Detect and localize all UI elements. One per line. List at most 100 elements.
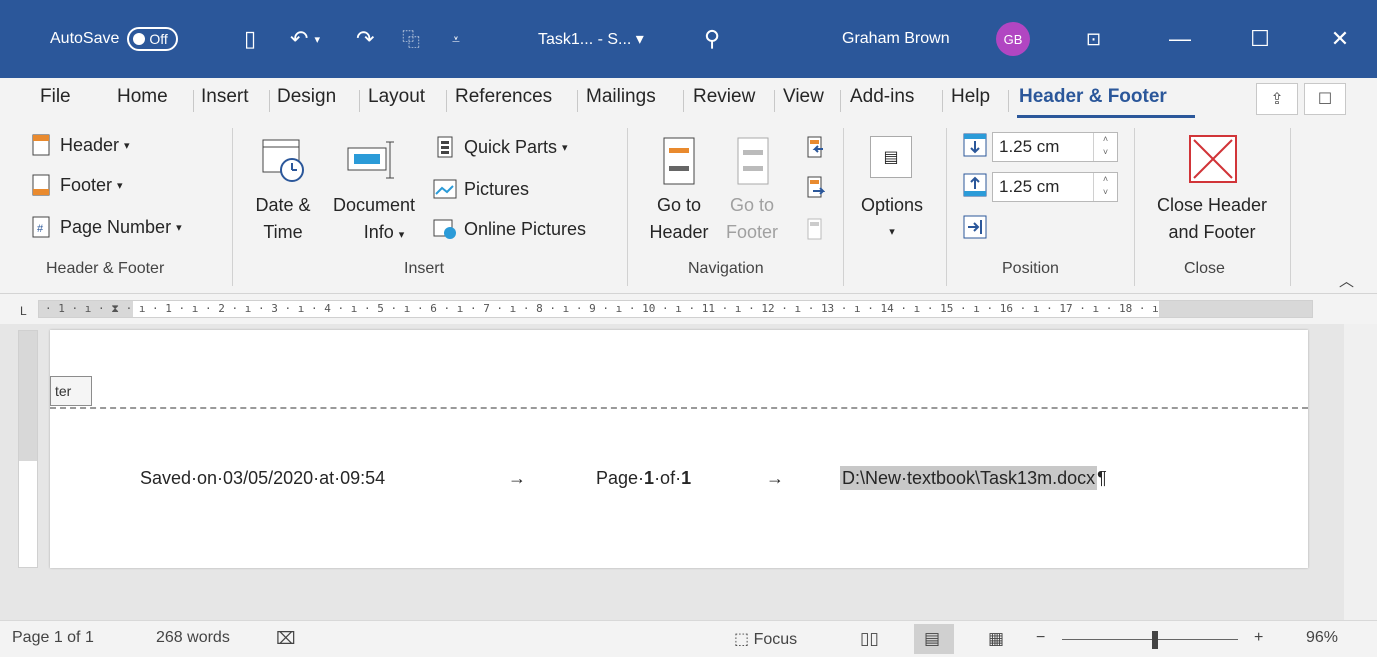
group-separator [946,128,947,286]
ruler-row: L · 1 · ı · ⧗ · ı · 1 · ı · 2 · ı · 3 · … [0,294,1377,324]
footer-icon [28,172,54,198]
footer-button[interactable]: Footer ▾ [28,172,123,198]
ruler-ticks: · 1 · ı · ⧗ · ı · 1 · ı · 2 · ı · 3 · ı … [45,302,1159,315]
user-name[interactable]: Graham Brown [842,0,950,78]
pictures-button[interactable]: Pictures [432,176,529,202]
print-layout-icon[interactable]: ▤ [924,629,940,649]
go-to-footer-label-2: Footer [725,222,779,242]
navigation-pane-icon[interactable]: ⿻ [402,0,420,78]
link-to-previous-icon [802,216,828,242]
minimize-icon[interactable]: — [1150,0,1210,78]
zoom-out-icon[interactable]: − [1036,629,1045,647]
tab-file[interactable]: File [40,86,71,114]
previous-section-button[interactable] [802,134,834,160]
ribbon-tabs: File Home Insert Design Layout Reference… [0,78,1377,120]
group-label-position: Position [1002,260,1059,277]
file-path-field[interactable]: D:\New·textbook\Task13m.docx ¶ [840,466,1107,490]
horizontal-ruler[interactable]: · 1 · ı · ⧗ · ı · 1 · ı · 2 · ı · 3 · ı … [38,300,1313,318]
tab-insert[interactable]: Insert [201,86,249,114]
document-title[interactable]: Task1... - S... ▾ [538,0,644,78]
document-page[interactable]: ter Saved·on·03/05/2020·at·09:54 → Page·… [50,330,1308,568]
tab-separator [446,90,447,112]
group-separator [1134,128,1135,286]
group-label-insert: Insert [404,260,445,277]
document-info-label-2: Info ▾ [363,222,405,242]
link-to-previous-button[interactable] [802,216,834,242]
tab-mailings[interactable]: Mailings [586,86,656,114]
document-info-label-1: Document [332,195,416,215]
save-icon[interactable]: ▯ [244,0,256,78]
user-avatar-wrap[interactable]: GB [996,0,1030,78]
footer-label: Footer [60,174,113,195]
share-icon[interactable]: ⇪ [1256,83,1298,115]
autosave-toggle[interactable]: Off [127,27,178,51]
autosave[interactable]: AutoSave Off [50,0,178,78]
page-number-field[interactable]: Page·1·of·1 [596,468,691,489]
read-mode-icon[interactable]: ▯▯ [860,629,879,649]
options-button[interactable]: ▤ Options ▾ [852,130,936,250]
tab-add-ins[interactable]: Add-ins [850,86,914,114]
go-to-footer-label-1: Go to [729,195,775,215]
autosave-state: Off [149,31,168,47]
vertical-ruler[interactable] [18,330,38,568]
close-window-icon[interactable]: ✕ [1310,0,1370,78]
online-pictures-button[interactable]: Online Pictures [432,216,586,242]
tab-view[interactable]: View [783,86,824,114]
date-time-button[interactable]: Date & Time [248,130,318,250]
ribbon-display-options-icon[interactable]: ⊡ [1086,0,1101,78]
group-label-close: Close [1184,260,1225,277]
header-button[interactable]: Header ▾ [28,132,130,158]
ribbon: Header ▾ Footer ▾ # Page Number ▾ Header & … [0,120,1377,294]
tab-design[interactable]: Design [277,86,336,114]
collapse-ribbon-icon[interactable]: ︿ [1339,270,1354,291]
page-number-button[interactable]: # Page Number ▾ [28,214,182,240]
proofing-icon[interactable]: ⌧ [276,629,296,649]
footer-from-bottom-spinner[interactable]: 1.25 cm ˄ ˅ [992,172,1118,202]
insert-alignment-tab-button[interactable] [962,214,988,240]
spinner-arrows-icon[interactable]: ˄ ˅ [1093,133,1117,161]
header-from-top-value[interactable]: 1.25 cm [999,137,1059,157]
tab-selector[interactable]: L [20,304,27,318]
options-label: Options [860,195,924,215]
tab-header-footer[interactable]: Header & Footer [1019,86,1167,114]
next-section-button[interactable] [802,174,834,200]
close-label-2: and Footer [1168,222,1256,242]
web-layout-icon[interactable]: ▦ [988,629,1004,649]
zoom-slider-thumb[interactable] [1152,631,1158,649]
pictures-label: Pictures [464,178,530,199]
focus-button[interactable]: ⬚ Focus [734,629,797,649]
customize-toolbar-icon[interactable]: ⩡ [452,0,460,78]
tab-review[interactable]: Review [693,86,755,114]
document-info-button[interactable]: Document Info ▾ [326,130,422,250]
go-to-header-button[interactable]: Go to Header [644,130,714,250]
group-separator [232,128,233,286]
zoom-level[interactable]: 96% [1306,629,1338,647]
page-count[interactable]: Page 1 of 1 [12,629,94,647]
search-icon[interactable]: ⚲ [704,0,720,78]
close-label-1: Close Header [1156,195,1268,215]
tab-home[interactable]: Home [117,86,168,114]
undo-icon[interactable]: ↶ ▾ [290,0,320,78]
comments-icon[interactable]: ☐ [1304,83,1346,115]
word-count[interactable]: 268 words [156,629,230,647]
group-separator [1290,128,1291,286]
spinner-arrows-icon[interactable]: ˄ ˅ [1093,173,1117,201]
tab-references[interactable]: References [455,86,552,114]
quick-parts-button[interactable]: Quick Parts ▾ [432,134,568,160]
tab-help[interactable]: Help [951,86,990,114]
go-to-footer-button[interactable]: Go to Footer [720,130,784,250]
tab-arrow: → [508,468,526,488]
title-bar: AutoSave Off ▯ ↶ ▾ ↷ ⿻ ⩡ Task1... - S... … [0,0,1377,78]
saved-date-field[interactable]: Saved·on·03/05/2020·at·09:54 [140,468,385,489]
vertical-scrollbar[interactable] [1344,324,1377,620]
avatar[interactable]: GB [996,22,1030,56]
tab-layout[interactable]: Layout [368,86,425,114]
footer-from-bottom-value[interactable]: 1.25 cm [999,177,1059,197]
zoom-slider-track[interactable] [1062,639,1238,640]
zoom-in-icon[interactable]: + [1254,629,1263,647]
redo-icon[interactable]: ↷ [356,0,374,78]
online-pictures-icon [432,216,458,242]
header-from-top-spinner[interactable]: 1.25 cm ˄ ˅ [992,132,1118,162]
maximize-icon[interactable]: ☐ [1230,0,1290,78]
close-header-footer-button[interactable]: Close Header and Footer [1140,130,1284,250]
